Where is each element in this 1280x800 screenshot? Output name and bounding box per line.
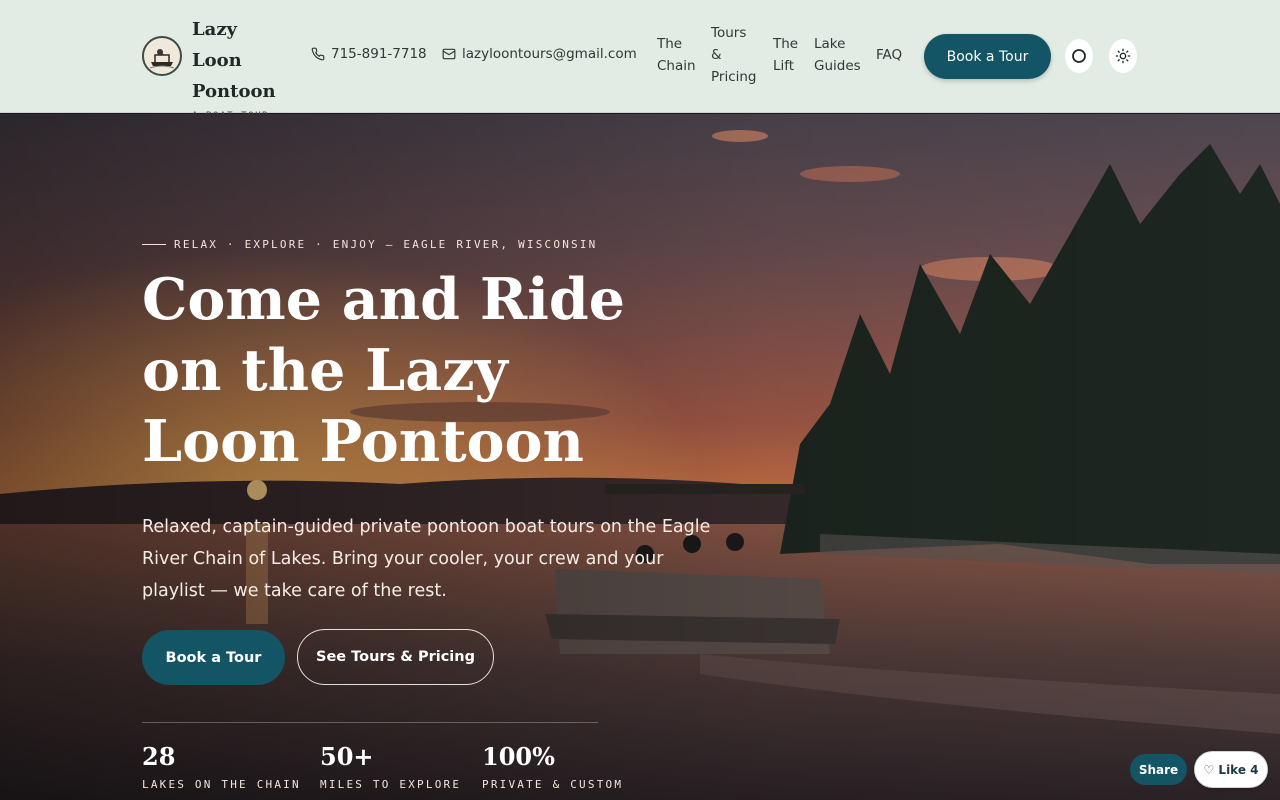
theme-circle-button[interactable] [1065,39,1093,73]
mail-icon [442,48,456,60]
hero-book-tour-button[interactable]: Book a Tour [142,630,285,685]
book-tour-button[interactable]: Book a Tour [924,34,1051,79]
stat-label: MILES TO EXPLORE [320,778,462,791]
eyebrow-text: RELAX · EXPLORE · ENJOY — EAGLE RIVER, W… [174,238,598,251]
nav-lake-guides[interactable]: Lake Guides [814,33,862,77]
hero-eyebrow: RELAX · EXPLORE · ENJOY — EAGLE RIVER, W… [142,238,597,251]
nav-faq[interactable]: FAQ [876,44,902,66]
stat-label: PRIVATE & CUSTOM [482,778,624,791]
circle-icon [1072,49,1086,63]
nav-tours-pricing[interactable]: Tours & Pricing [711,22,761,88]
like-button[interactable]: ♡ Like 4 [1194,751,1268,788]
site-header: Lazy Loon Pontoon A BOAT TOUR COMPANY 71… [0,0,1280,135]
stat-value: 50+ [320,742,374,771]
phone-link[interactable]: 715-891-7718 [311,46,427,62]
logo-icon [142,36,182,76]
stat-private: 100% PRIVATE & CUSTOM [482,742,623,791]
stat-label: LAKES ON THE CHAIN [142,778,301,791]
stat-value: 28 [142,742,176,771]
light-mode-button[interactable] [1109,39,1137,73]
phone-number: 715-891-7718 [331,46,427,62]
eyebrow-rule [142,244,166,245]
stat-miles: 50+ MILES TO EXPLORE [320,742,461,791]
phone-icon [311,47,325,61]
nav-the-lift[interactable]: The Lift [773,33,803,77]
email-link[interactable]: lazyloontours@gmail.com [442,46,637,62]
stat-lakes: 28 LAKES ON THE CHAIN [142,742,301,791]
hero-lead: Relaxed, captain-guided private pontoon … [142,517,711,601]
hero-headline: Come and Ride on the Lazy Loon Pontoon [142,266,626,475]
hero-section: RELAX · EXPLORE · ENJOY — EAGLE RIVER, W… [0,114,1280,800]
sun-icon [1115,48,1131,64]
stat-value: 100% [482,742,555,771]
nav-the-chain[interactable]: The Chain [657,33,697,77]
email-address: lazyloontours@gmail.com [462,46,637,62]
see-tours-pricing-button[interactable]: See Tours & Pricing [297,629,494,685]
stats-divider [142,722,598,723]
share-button[interactable]: Share [1130,754,1187,785]
brand-name: Lazy Loon Pontoon [192,19,276,102]
